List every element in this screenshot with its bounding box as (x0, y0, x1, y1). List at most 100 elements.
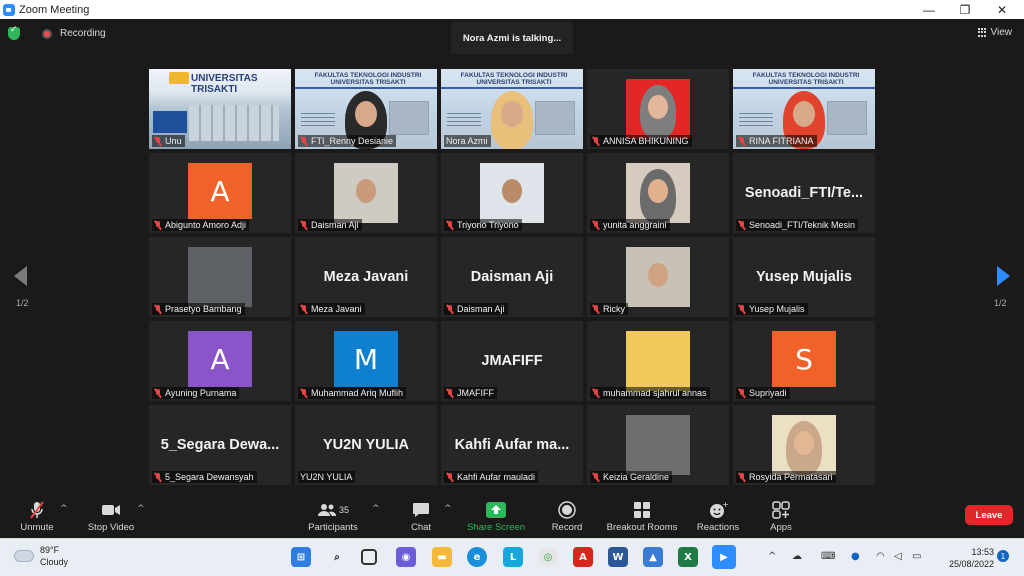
participant-name-label: YU2N YULIA (298, 471, 356, 483)
participant-tile[interactable]: yunita anggraini (587, 153, 729, 233)
taskbar-clock[interactable]: 13:53 25/08/2022 (936, 546, 994, 570)
participant-tile[interactable]: Keizia Geraldine (587, 405, 729, 485)
word-icon[interactable]: W (608, 547, 628, 567)
zoom-taskbar-icon[interactable]: ▶ (712, 545, 736, 569)
windows-start-icon[interactable]: ⊞ (291, 547, 311, 567)
participant-name: RINA FITRIANA (749, 136, 814, 146)
participants-count: 35 (338, 505, 349, 515)
chat-button[interactable]: Chat (404, 496, 438, 538)
wifi-icon[interactable]: ◠ (876, 551, 885, 562)
acrobat-reader-icon[interactable]: A (573, 547, 593, 567)
audio-options-caret-icon[interactable]: ^ (60, 504, 68, 514)
participant-tile[interactable]: Prasetyo Bambang (149, 237, 291, 317)
participant-tile[interactable]: Yusep Mujalis Yusep Mujalis (733, 237, 875, 317)
participant-tile[interactable]: A Abigunto Amoro Adji (149, 153, 291, 233)
participant-name: Unu (165, 136, 182, 146)
microphone-muted-icon (154, 220, 162, 230)
video-options-caret-icon[interactable]: ^ (137, 504, 145, 514)
participant-tile[interactable]: FAKULTAS TEKNOLOGI INDUSTRI UNIVERSITAS … (733, 69, 875, 149)
clock-date: 25/08/2022 (948, 559, 994, 569)
view-label: View (990, 27, 1013, 38)
participant-tile[interactable]: S Supriyadi (733, 321, 875, 401)
participant-name-label: Kahfi Aufar mauladi (444, 471, 539, 483)
participant-name-label: Rosyida Permatasari (736, 471, 836, 483)
participant-tile[interactable]: Kahfi Aufar ma... Kahfi Aufar mauladi (441, 405, 583, 485)
keyboard-icon[interactable]: ⌨ (821, 551, 835, 562)
grid-view-icon (977, 28, 987, 37)
participant-profile-photo (626, 331, 690, 391)
task-view-icon[interactable] (361, 549, 377, 565)
participant-tile[interactable]: Triyono Triyono (441, 153, 583, 233)
participant-name: muhammad sjahrul annas (603, 388, 707, 398)
chat-caret-icon[interactable]: ^ (444, 504, 452, 514)
recording-icon[interactable] (42, 28, 52, 39)
participant-tile[interactable]: Daisman Aji (295, 153, 437, 233)
microphone-muted-icon (446, 388, 454, 398)
participant-tile[interactable]: JMAFIFF JMAFIFF (441, 321, 583, 401)
participant-name-label: Supriyadi (736, 387, 790, 399)
edge-browser-icon[interactable]: e (467, 547, 487, 567)
participant-name: Ayuning Purnama (165, 388, 237, 398)
next-page-icon[interactable] (997, 266, 1010, 286)
participant-name-label: Triyono Triyono (444, 219, 522, 231)
participant-tile[interactable]: YU2N YULIA YU2N YULIA (295, 405, 437, 485)
meeting-status-bar: Recording (8, 25, 106, 40)
microphone-muted-icon (738, 472, 746, 482)
participants-caret-icon[interactable]: ^ (372, 504, 380, 514)
participant-name: Meza Javani (311, 304, 362, 314)
microphone-in-use-icon[interactable]: ● (851, 551, 860, 562)
unmute-button[interactable]: Unmute (16, 496, 58, 538)
avatar-initial: A (188, 163, 252, 219)
participant-name: Supriyadi (749, 388, 787, 398)
onedrive-cloud-icon[interactable]: ☁ (792, 551, 802, 562)
participant-tile[interactable]: Meza Javani Meza Javani (295, 237, 437, 317)
participant-tile[interactable]: 5_Segara Dewa... 5_Segara Dewansyah (149, 405, 291, 485)
file-explorer-icon[interactable]: ▬ (432, 547, 452, 567)
microphone-muted-icon (26, 501, 48, 519)
share-screen-button[interactable]: Share Screen (464, 496, 528, 538)
banner-title: UNIVERSITAS TRISAKTI (191, 73, 258, 95)
minimize-icon[interactable]: — (912, 0, 946, 19)
volume-icon[interactable]: ◁ (894, 551, 902, 562)
microphone-muted-icon (592, 304, 600, 314)
show-hidden-icons-icon[interactable]: ^ (768, 551, 776, 562)
notification-badge[interactable]: 1 (997, 550, 1009, 562)
participant-tile[interactable]: muhammad sjahrul annas (587, 321, 729, 401)
page-indicator-left: 1/2 (16, 298, 29, 308)
stop-video-button[interactable]: Stop Video (84, 496, 138, 538)
participants-button[interactable]: 35 Participants (304, 496, 362, 538)
participant-tile[interactable]: Rosyida Permatasari (733, 405, 875, 485)
participant-tile[interactable]: ANNISA BHIKUNING (587, 69, 729, 149)
participant-name: Prasetyo Bambang (165, 304, 242, 314)
encryption-shield-icon[interactable] (8, 25, 20, 40)
leave-button[interactable]: Leave (965, 505, 1013, 525)
apps-label: Apps (770, 522, 792, 533)
participant-tile[interactable]: Daisman Aji Daisman Aji (441, 237, 583, 317)
record-button[interactable]: Record (548, 496, 586, 538)
battery-icon[interactable]: ▭ (912, 551, 921, 562)
apps-button[interactable]: Apps (766, 496, 796, 538)
participant-tile[interactable]: UNIVERSITAS TRISAKTI Unu (149, 69, 291, 149)
video-camera-icon (100, 501, 122, 519)
reactions-button[interactable]: + Reactions (694, 496, 742, 538)
maximize-icon[interactable]: ❐ (948, 0, 982, 19)
lync-app-icon[interactable]: L (503, 547, 523, 567)
breakout-rooms-button[interactable]: Breakout Rooms (604, 496, 680, 538)
participant-tile[interactable]: FAKULTAS TEKNOLOGI INDUSTRI UNIVERSITAS … (441, 69, 583, 149)
participant-tile[interactable]: A Ayuning Purnama (149, 321, 291, 401)
view-button[interactable]: View (977, 27, 1013, 38)
teams-chat-icon[interactable]: ◉ (396, 547, 416, 567)
participant-tile[interactable]: Ricky (587, 237, 729, 317)
participant-name-label: Meza Javani (298, 303, 365, 315)
chrome-browser-icon[interactable]: ◎ (538, 547, 558, 567)
close-icon[interactable]: ✕ (985, 0, 1019, 19)
previous-page-icon[interactable] (14, 266, 27, 286)
participant-name-label: Yusep Mujalis (736, 303, 808, 315)
participant-tile[interactable]: Senoadi_FTI/Te... Senoadi_FTI/Teknik Mesi… (733, 153, 875, 233)
weather-widget[interactable]: 89°F Cloudy (14, 544, 68, 568)
photos-icon[interactable]: ▲ (643, 547, 663, 567)
participant-tile[interactable]: FAKULTAS TEKNOLOGI INDUSTRI UNIVERSITAS … (295, 69, 437, 149)
search-icon[interactable]: ⌕ (327, 547, 347, 567)
excel-icon[interactable]: X (678, 547, 698, 567)
participant-tile[interactable]: M Muhammad Ariq Muflih (295, 321, 437, 401)
